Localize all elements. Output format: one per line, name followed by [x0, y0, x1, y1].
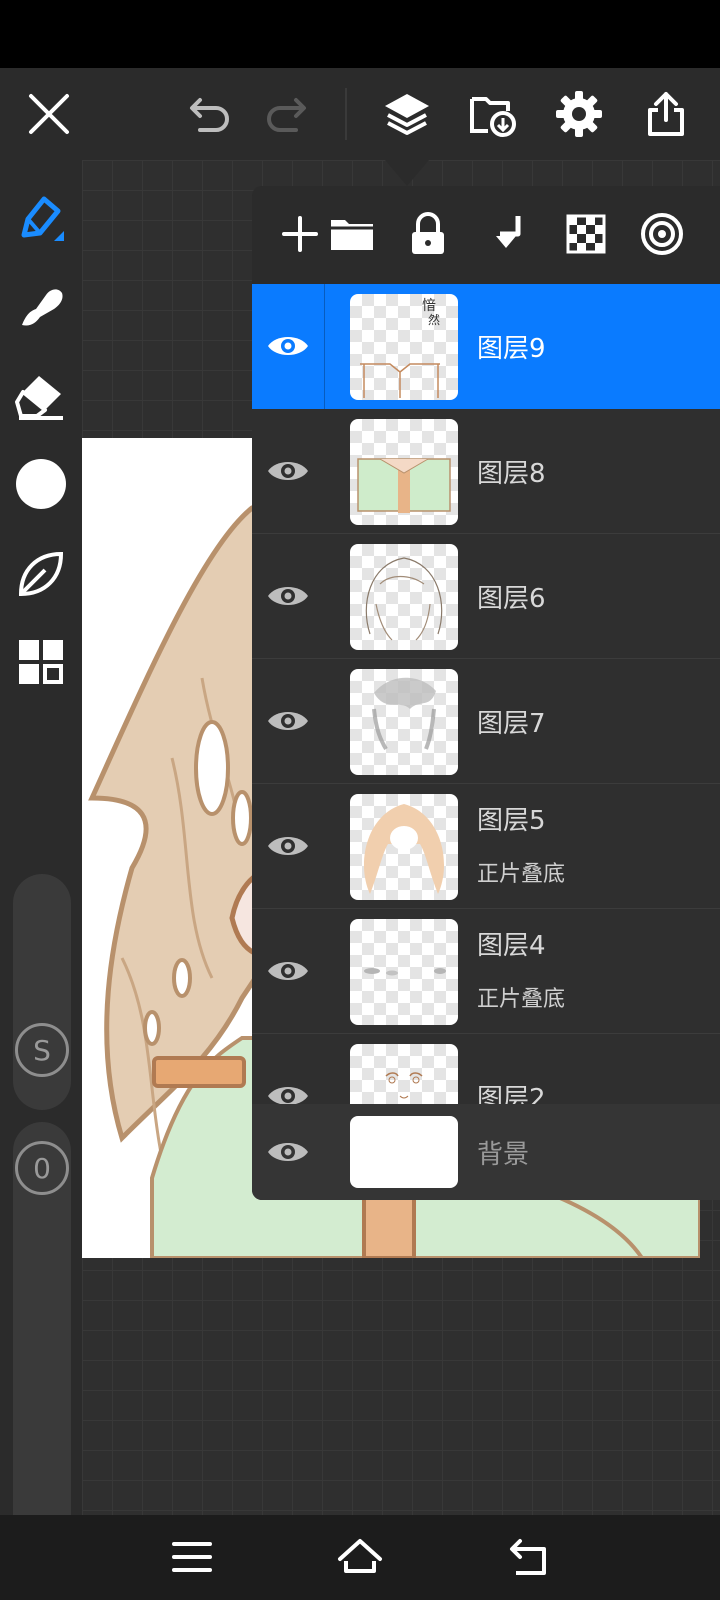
redo-icon[interactable] [258, 86, 314, 142]
layer-thumbnail [350, 544, 458, 650]
home-icon[interactable] [332, 1529, 388, 1585]
layer-row[interactable]: 图层7 [252, 659, 720, 784]
pen-brush-icon[interactable] [13, 190, 69, 246]
layer-row[interactable]: 图层2 [252, 1034, 720, 1104]
layer-row[interactable]: 图层8 [252, 409, 720, 534]
undo-icon[interactable] [182, 86, 238, 142]
clipping-icon[interactable] [634, 206, 690, 262]
layer-thumbnail [350, 419, 458, 525]
lock-icon[interactable] [400, 206, 456, 262]
layer-name: 图层7 [477, 709, 546, 739]
layer-row[interactable]: 图层4 正片叠底 [252, 909, 720, 1034]
merge-down-icon[interactable] [480, 206, 536, 262]
row-separator [324, 284, 325, 409]
alpha-lock-icon[interactable] [558, 206, 614, 262]
left-tool-rail: S 0 [0, 160, 82, 1562]
close-icon[interactable] [21, 86, 77, 142]
layer-name: 图层9 [477, 334, 546, 364]
visibility-eye-icon[interactable] [260, 1124, 316, 1180]
grid-icon[interactable] [13, 634, 69, 690]
eraser-icon[interactable] [13, 368, 69, 424]
layer-name: 图层8 [477, 459, 546, 489]
visibility-eye-icon[interactable] [260, 443, 316, 499]
toolbar-divider [345, 88, 347, 140]
top-toolbar [0, 68, 720, 160]
visibility-eye-icon[interactable] [260, 568, 316, 624]
layer-name: 图层5 [477, 806, 546, 836]
layer-row[interactable]: 图层5 正片叠底 [252, 784, 720, 909]
smudge-icon[interactable] [13, 278, 69, 334]
system-nav-bar [0, 1515, 720, 1600]
layer-name: 图层2 [477, 1084, 546, 1104]
background-layer-row[interactable]: 背景 [252, 1104, 720, 1200]
status-bar [0, 0, 720, 68]
svg-text:愔: 愔 [422, 298, 436, 314]
visibility-eye-icon[interactable] [260, 693, 316, 749]
menu-icon[interactable] [164, 1529, 220, 1585]
visibility-eye-icon[interactable] [260, 943, 316, 999]
layer-name: 图层6 [477, 584, 546, 614]
layers-toolbar [252, 186, 720, 284]
color-icon[interactable] [13, 456, 69, 512]
blend-mode-label: 正片叠底 [477, 862, 566, 887]
visibility-eye-icon[interactable] [260, 1068, 316, 1104]
layer-thumbnail [350, 919, 458, 1025]
folder-icon[interactable] [324, 206, 380, 262]
layers-icon[interactable] [379, 86, 435, 142]
svg-text:然: 然 [428, 312, 440, 327]
layer-name: 图层4 [477, 931, 546, 961]
leaf-icon[interactable] [13, 546, 69, 602]
layer-thumbnail: 愔然 [350, 294, 458, 400]
layer-row[interactable]: 愔然 图层9 [252, 284, 720, 409]
layer-row[interactable]: 图层6 [252, 534, 720, 659]
layer-list: 愔然 图层9 图层8 图层6 图层7 图层5 正片叠底 图层4 正片叠底 图层2 [252, 284, 720, 1104]
brush-size-label: S [15, 1023, 69, 1077]
settings-icon[interactable] [551, 86, 607, 142]
import-icon[interactable] [465, 86, 521, 142]
background-thumbnail [350, 1116, 458, 1188]
visibility-eye-icon[interactable] [260, 318, 316, 374]
layers-panel: 愔然 图层9 图层8 图层6 图层7 图层5 正片叠底 图层4 正片叠底 图层2… [252, 186, 720, 1200]
layer-thumbnail [350, 1044, 458, 1104]
opacity-label: 0 [15, 1141, 69, 1195]
background-layer-name: 背景 [477, 1140, 530, 1170]
share-icon[interactable] [638, 86, 694, 142]
layer-thumbnail [350, 669, 458, 775]
blend-mode-label: 正片叠底 [477, 987, 566, 1012]
back-icon[interactable] [500, 1529, 556, 1585]
layers-popover-pointer [385, 160, 429, 186]
visibility-eye-icon[interactable] [260, 818, 316, 874]
layer-thumbnail [350, 794, 458, 900]
add-layer-icon[interactable] [272, 206, 328, 262]
